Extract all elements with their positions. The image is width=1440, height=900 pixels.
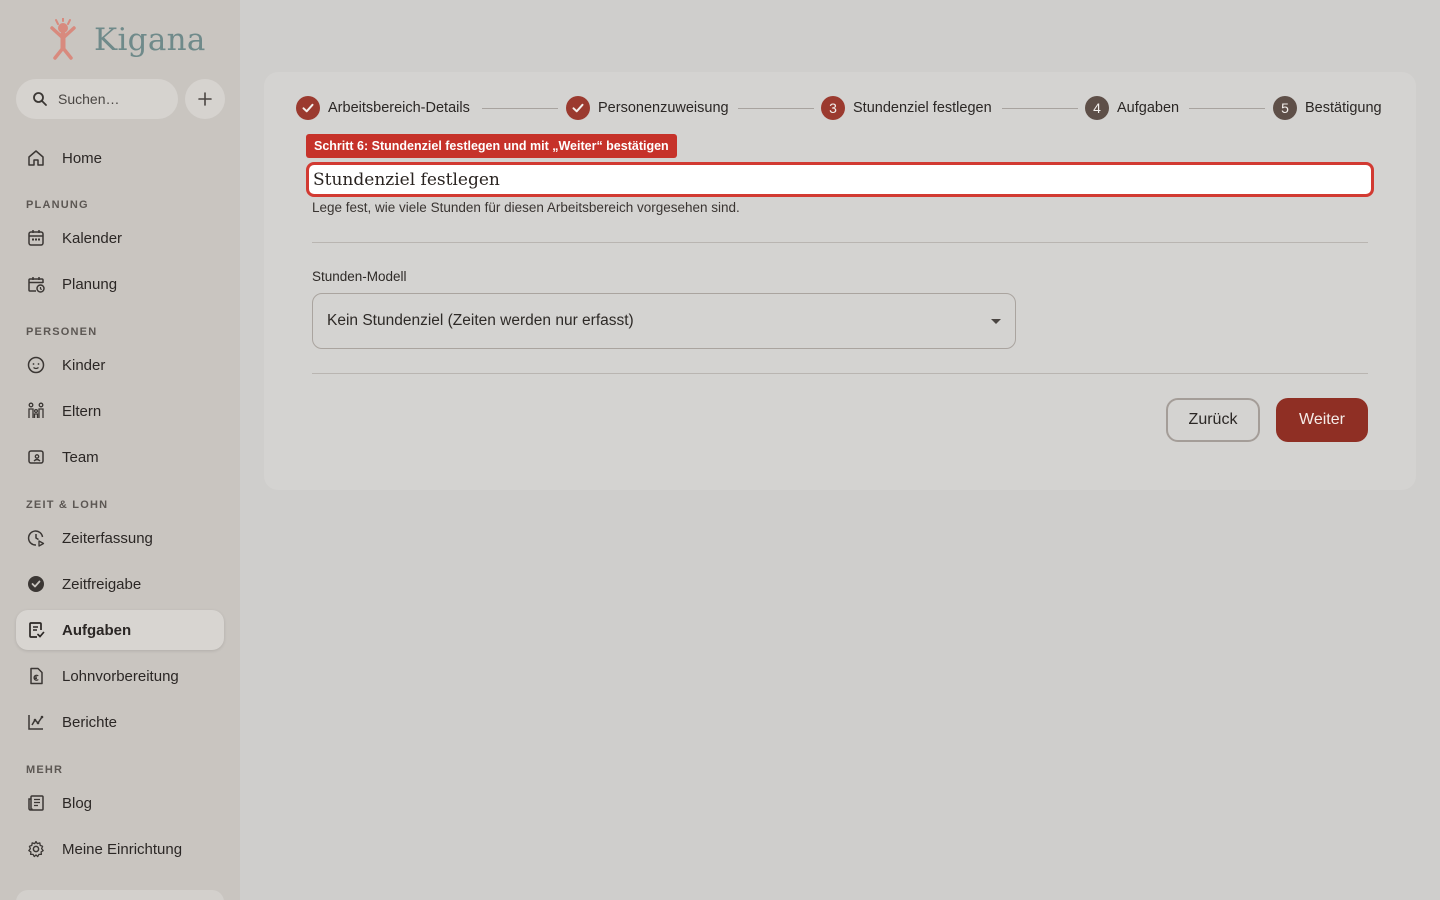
sidebar-item-planung[interactable]: Planung [16,264,224,304]
task-list-icon [29,622,45,638]
sidebar-item-berichte[interactable]: Berichte [16,702,224,742]
wizard-card: Arbeitsbereich-Details Personenzuweisung… [264,72,1416,490]
logo[interactable]: Kigana [46,18,206,62]
sidebar-item-aufgaben[interactable]: Aufgaben [16,610,224,650]
search-icon [33,92,47,106]
guidance-tooltip: Schritt 6: Stundenziel festlegen und mit… [306,134,677,158]
next-button[interactable]: Weiter [1276,398,1368,442]
newspaper-icon [28,795,44,811]
step-2[interactable]: Personenzuweisung [566,96,729,120]
step-1[interactable]: Arbeitsbereich-Details [296,96,470,120]
section-label-planung: PLANUNG [26,199,89,211]
section-label-mehr: MEHR [26,764,64,776]
divider [312,242,1368,243]
sidebar-item-label: Kalender [62,229,123,247]
family-icon [28,402,44,418]
hours-model-select[interactable]: Kein Stundenziel (Zeiten werden nur erfa… [312,293,1016,349]
sidebar-item-label: Aufgaben [62,621,132,639]
section-description: Lege fest, wie viele Stunden für diesen … [312,200,740,215]
sidebar-item-meine-einrichtung[interactable]: Meine Einrichtung [16,829,224,869]
sidebar-item-lohnvorbereitung[interactable]: Lohnvorbereitung [16,656,224,696]
sidebar-item-label: Team [62,448,99,466]
sidebar-item-blog[interactable]: Blog [16,783,224,823]
sidebar-item-zeiterfassung[interactable]: Zeiterfassung [16,518,224,558]
search-box[interactable] [16,79,178,119]
step-number: 4 [1085,96,1109,120]
sidebar: Kigana Home PLANUNG Kalender Planung PER… [0,0,240,900]
step-connector [738,108,814,109]
step-label: Personenzuweisung [598,100,729,116]
section-label-zeit-lohn: ZEIT & LOHN [26,499,109,511]
check-icon [302,103,314,113]
sidebar-footer-card[interactable] [16,890,224,900]
step-3[interactable]: 3 Stundenziel festlegen [821,96,992,120]
hours-model-label: Stunden-Modell [312,269,407,284]
sidebar-item-kinder[interactable]: Kinder [16,345,224,385]
step-done-indicator [566,96,590,120]
sidebar-item-label: Blog [62,794,93,812]
sidebar-item-label: Berichte [62,713,118,731]
sidebar-item-zeitfreigabe[interactable]: Zeitfreigabe [16,564,224,604]
sidebar-item-label: Eltern [62,402,102,420]
step-4[interactable]: 4 Aufgaben [1085,96,1179,120]
sidebar-item-eltern[interactable]: Eltern [16,391,224,431]
chart-icon [28,715,44,730]
id-badge-icon [28,450,44,464]
sidebar-item-label: Planung [62,275,118,293]
step-label: Arbeitsbereich-Details [328,100,470,116]
hours-model-value: Kein Stundenziel (Zeiten werden nur erfa… [327,312,634,329]
child-logo-icon [50,18,76,60]
step-number: 3 [821,96,845,120]
sidebar-item-label: Lohnvorbereitung [62,667,179,685]
chevron-down-icon [991,319,1001,324]
sidebar-item-label: Home [62,149,103,167]
section-label-personen: PERSONEN [26,326,98,338]
step-number: 5 [1273,96,1297,120]
step-label: Bestätigung [1305,100,1382,116]
step-5[interactable]: 5 Bestätigung [1273,96,1382,120]
clock-play-icon [27,530,45,547]
step-connector [1189,108,1265,109]
sidebar-item-label: Kinder [62,356,106,374]
baby-face-icon [27,356,45,374]
home-icon [28,150,44,166]
plus-icon [198,92,212,106]
gear-icon [28,840,44,858]
sidebar-item-kalender[interactable]: Kalender [16,218,224,258]
search-input[interactable] [58,91,168,107]
sidebar-item-label: Meine Einrichtung [62,840,183,858]
calendar-clock-icon [28,277,45,293]
step-connector [482,108,558,109]
divider [312,373,1368,374]
sidebar-item-label: Zeiterfassung [62,529,153,547]
section-title: Stundenziel festlegen [313,169,500,190]
check-circle-icon [28,576,44,592]
sidebar-item-team[interactable]: Team [16,437,224,477]
back-button[interactable]: Zurück [1166,398,1260,442]
add-button[interactable] [185,79,225,119]
step-done-indicator [296,96,320,120]
sidebar-item-home[interactable]: Home [16,138,224,178]
calendar-icon [28,230,44,246]
step-connector [1002,108,1078,109]
step-label: Aufgaben [1117,100,1180,116]
app-name: Kigana [94,22,206,58]
euro-document-icon [30,667,43,685]
sidebar-item-label: Zeitfreigabe [62,575,142,593]
step-label: Stundenziel festlegen [853,100,992,116]
check-icon [572,103,584,113]
highlighted-section-title: Stundenziel festlegen [306,162,1374,197]
